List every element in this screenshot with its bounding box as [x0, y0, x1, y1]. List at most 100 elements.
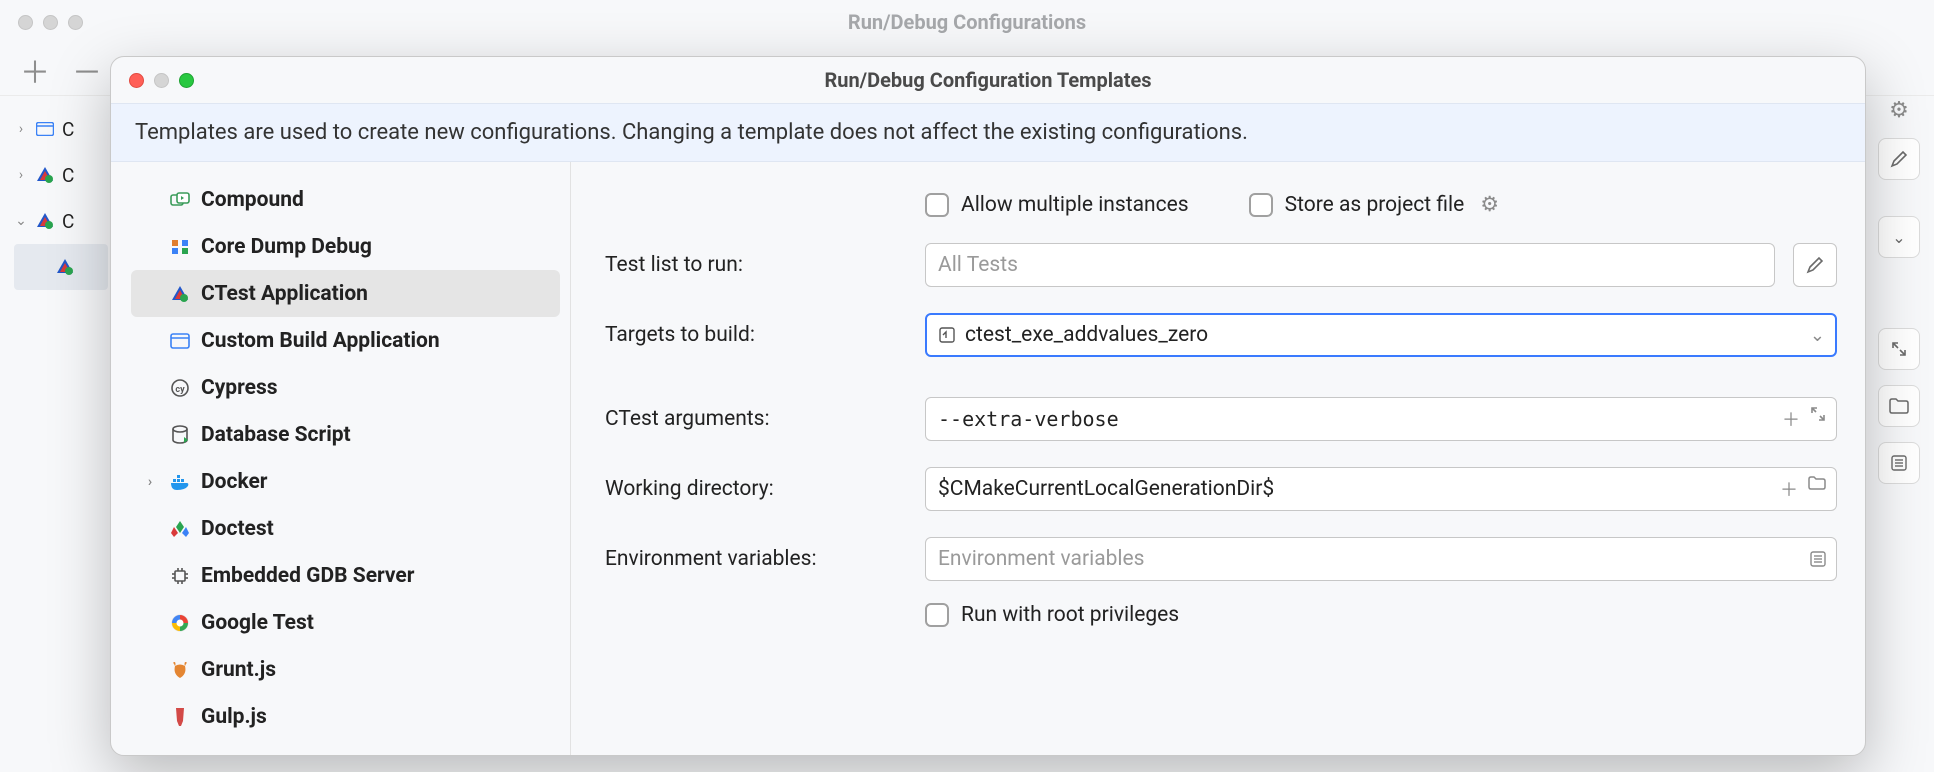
- test-list-input[interactable]: All Tests: [925, 243, 1775, 287]
- dialog-traffic-lights: [129, 73, 194, 88]
- template-label: Custom Build Application: [201, 329, 440, 353]
- ctest-args-label: CTest arguments:: [605, 407, 907, 431]
- working-dir-label: Working directory:: [605, 477, 907, 501]
- gear-icon[interactable]: ⚙: [1889, 98, 1909, 123]
- templates-dialog: Run/Debug Configuration Templates Templa…: [110, 56, 1866, 756]
- list-icon[interactable]: [1878, 442, 1920, 484]
- input-value: --extra-verbose: [938, 407, 1119, 431]
- gtest-icon: [169, 612, 191, 634]
- zoom-icon[interactable]: [179, 73, 194, 88]
- parent-config-tree[interactable]: › C › C ⌄ C: [0, 96, 110, 772]
- remove-icon[interactable]: －: [72, 48, 102, 92]
- ctest-icon: [34, 164, 56, 186]
- env-label: Environment variables:: [605, 547, 907, 571]
- tree-row[interactable]: [14, 244, 108, 290]
- folder-icon[interactable]: [1808, 476, 1826, 502]
- template-label: Database Script: [201, 423, 351, 447]
- window-icon: [34, 118, 56, 140]
- list-icon[interactable]: [1810, 551, 1826, 567]
- checkbox-label: Run with root privileges: [961, 603, 1179, 627]
- template-item-cypress[interactable]: cy Cypress: [131, 364, 560, 411]
- targets-label: Targets to build:: [605, 323, 907, 347]
- template-item-google-test[interactable]: Google Test: [131, 599, 560, 646]
- parent-titlebar: Run/Debug Configurations: [0, 0, 1934, 44]
- target-icon: [939, 327, 955, 343]
- template-label: Embedded GDB Server: [201, 564, 414, 588]
- compound-icon: [169, 189, 191, 211]
- input-placeholder: All Tests: [938, 253, 1018, 277]
- tree-label: C: [62, 210, 74, 233]
- env-input[interactable]: Environment variables: [925, 537, 1837, 581]
- chevron-down-icon: ⌄: [14, 213, 28, 229]
- info-banner: Templates are used to create new configu…: [111, 103, 1865, 162]
- template-list[interactable]: Compound Core Dump Debug CTest Applicati…: [111, 162, 571, 755]
- template-item-coredump[interactable]: Core Dump Debug: [131, 223, 560, 270]
- zoom-icon[interactable]: [68, 15, 83, 30]
- template-item-custom-build[interactable]: Custom Build Application: [131, 317, 560, 364]
- template-label: Compound: [201, 188, 304, 212]
- tree-row[interactable]: › C: [14, 152, 108, 198]
- allow-multiple-checkbox[interactable]: Allow multiple instances: [925, 193, 1189, 217]
- chevron-right-icon[interactable]: ›: [141, 474, 159, 490]
- chevron-right-icon: ›: [14, 167, 28, 183]
- dialog-titlebar: Run/Debug Configuration Templates: [111, 57, 1865, 103]
- cypress-icon: cy: [169, 377, 191, 399]
- input-placeholder: Environment variables: [938, 547, 1144, 571]
- chevron-right-icon: ›: [14, 121, 28, 137]
- database-icon: [169, 424, 191, 446]
- template-item-docker[interactable]: › Docker: [131, 458, 560, 505]
- tree-row[interactable]: ⌄ C: [14, 198, 108, 244]
- targets-dropdown[interactable]: ctest_exe_addvalues_zero ⌄: [925, 313, 1837, 357]
- tree-label: C: [62, 118, 74, 141]
- folder-icon[interactable]: [1878, 385, 1920, 427]
- root-priv-checkbox[interactable]: Run with root privileges: [925, 603, 1179, 627]
- parent-window-title: Run/Debug Configurations: [0, 10, 1934, 34]
- close-icon[interactable]: [18, 15, 33, 30]
- ctest-args-input[interactable]: --extra-verbose ＋: [925, 397, 1837, 441]
- minimize-icon[interactable]: [43, 15, 58, 30]
- dropdown-value: ctest_exe_addvalues_zero: [965, 323, 1208, 347]
- template-item-gulp[interactable]: Gulp.js: [131, 693, 560, 740]
- expand-icon[interactable]: [1810, 406, 1826, 432]
- input-value: $CMakeCurrentLocalGenerationDir$: [938, 477, 1274, 501]
- add-icon[interactable]: ＋: [20, 48, 50, 92]
- docker-icon: [169, 471, 191, 493]
- edit-icon[interactable]: [1878, 138, 1920, 180]
- custom-build-icon: [169, 330, 191, 352]
- template-item-grunt[interactable]: Grunt.js: [131, 646, 560, 693]
- template-label: Google Test: [201, 611, 314, 635]
- working-dir-input[interactable]: $CMakeCurrentLocalGenerationDir$ ＋: [925, 467, 1837, 511]
- template-item-ctest[interactable]: CTest Application: [131, 270, 560, 317]
- parent-right-gutter: ⚙ ⌄: [1864, 96, 1934, 484]
- template-form: Allow multiple instances Store as projec…: [571, 162, 1865, 755]
- tree-label: C: [62, 164, 74, 187]
- template-item-database[interactable]: Database Script: [131, 411, 560, 458]
- parent-traffic-lights: [18, 15, 83, 30]
- template-label: CTest Application: [201, 282, 368, 306]
- template-item-compound[interactable]: Compound: [131, 176, 560, 223]
- minimize-icon[interactable]: [154, 73, 169, 88]
- add-icon[interactable]: ＋: [1782, 406, 1800, 432]
- tree-row[interactable]: › C: [14, 106, 108, 152]
- add-icon[interactable]: ＋: [1780, 476, 1798, 502]
- template-label: Cypress: [201, 376, 278, 400]
- chevron-down-icon[interactable]: ⌄: [1878, 216, 1920, 258]
- store-project-checkbox[interactable]: Store as project file ⚙: [1249, 192, 1499, 217]
- test-list-label: Test list to run:: [605, 253, 907, 277]
- gulp-icon: [169, 706, 191, 728]
- chevron-down-icon: ⌄: [1810, 325, 1825, 346]
- ctest-icon: [54, 256, 76, 278]
- ctest-icon: [34, 210, 56, 232]
- template-item-doctest[interactable]: Doctest: [131, 505, 560, 552]
- template-label: Gulp.js: [201, 705, 267, 729]
- template-item-embedded-gdb[interactable]: Embedded GDB Server: [131, 552, 560, 599]
- template-label: Doctest: [201, 517, 274, 541]
- close-icon[interactable]: [129, 73, 144, 88]
- expand-icon[interactable]: [1878, 328, 1920, 370]
- gear-icon[interactable]: ⚙: [1480, 192, 1499, 217]
- edit-button[interactable]: [1793, 243, 1837, 287]
- chip-icon: [169, 565, 191, 587]
- coredump-icon: [169, 236, 191, 258]
- dialog-title: Run/Debug Configuration Templates: [111, 68, 1865, 92]
- svg-text:cy: cy: [175, 385, 185, 395]
